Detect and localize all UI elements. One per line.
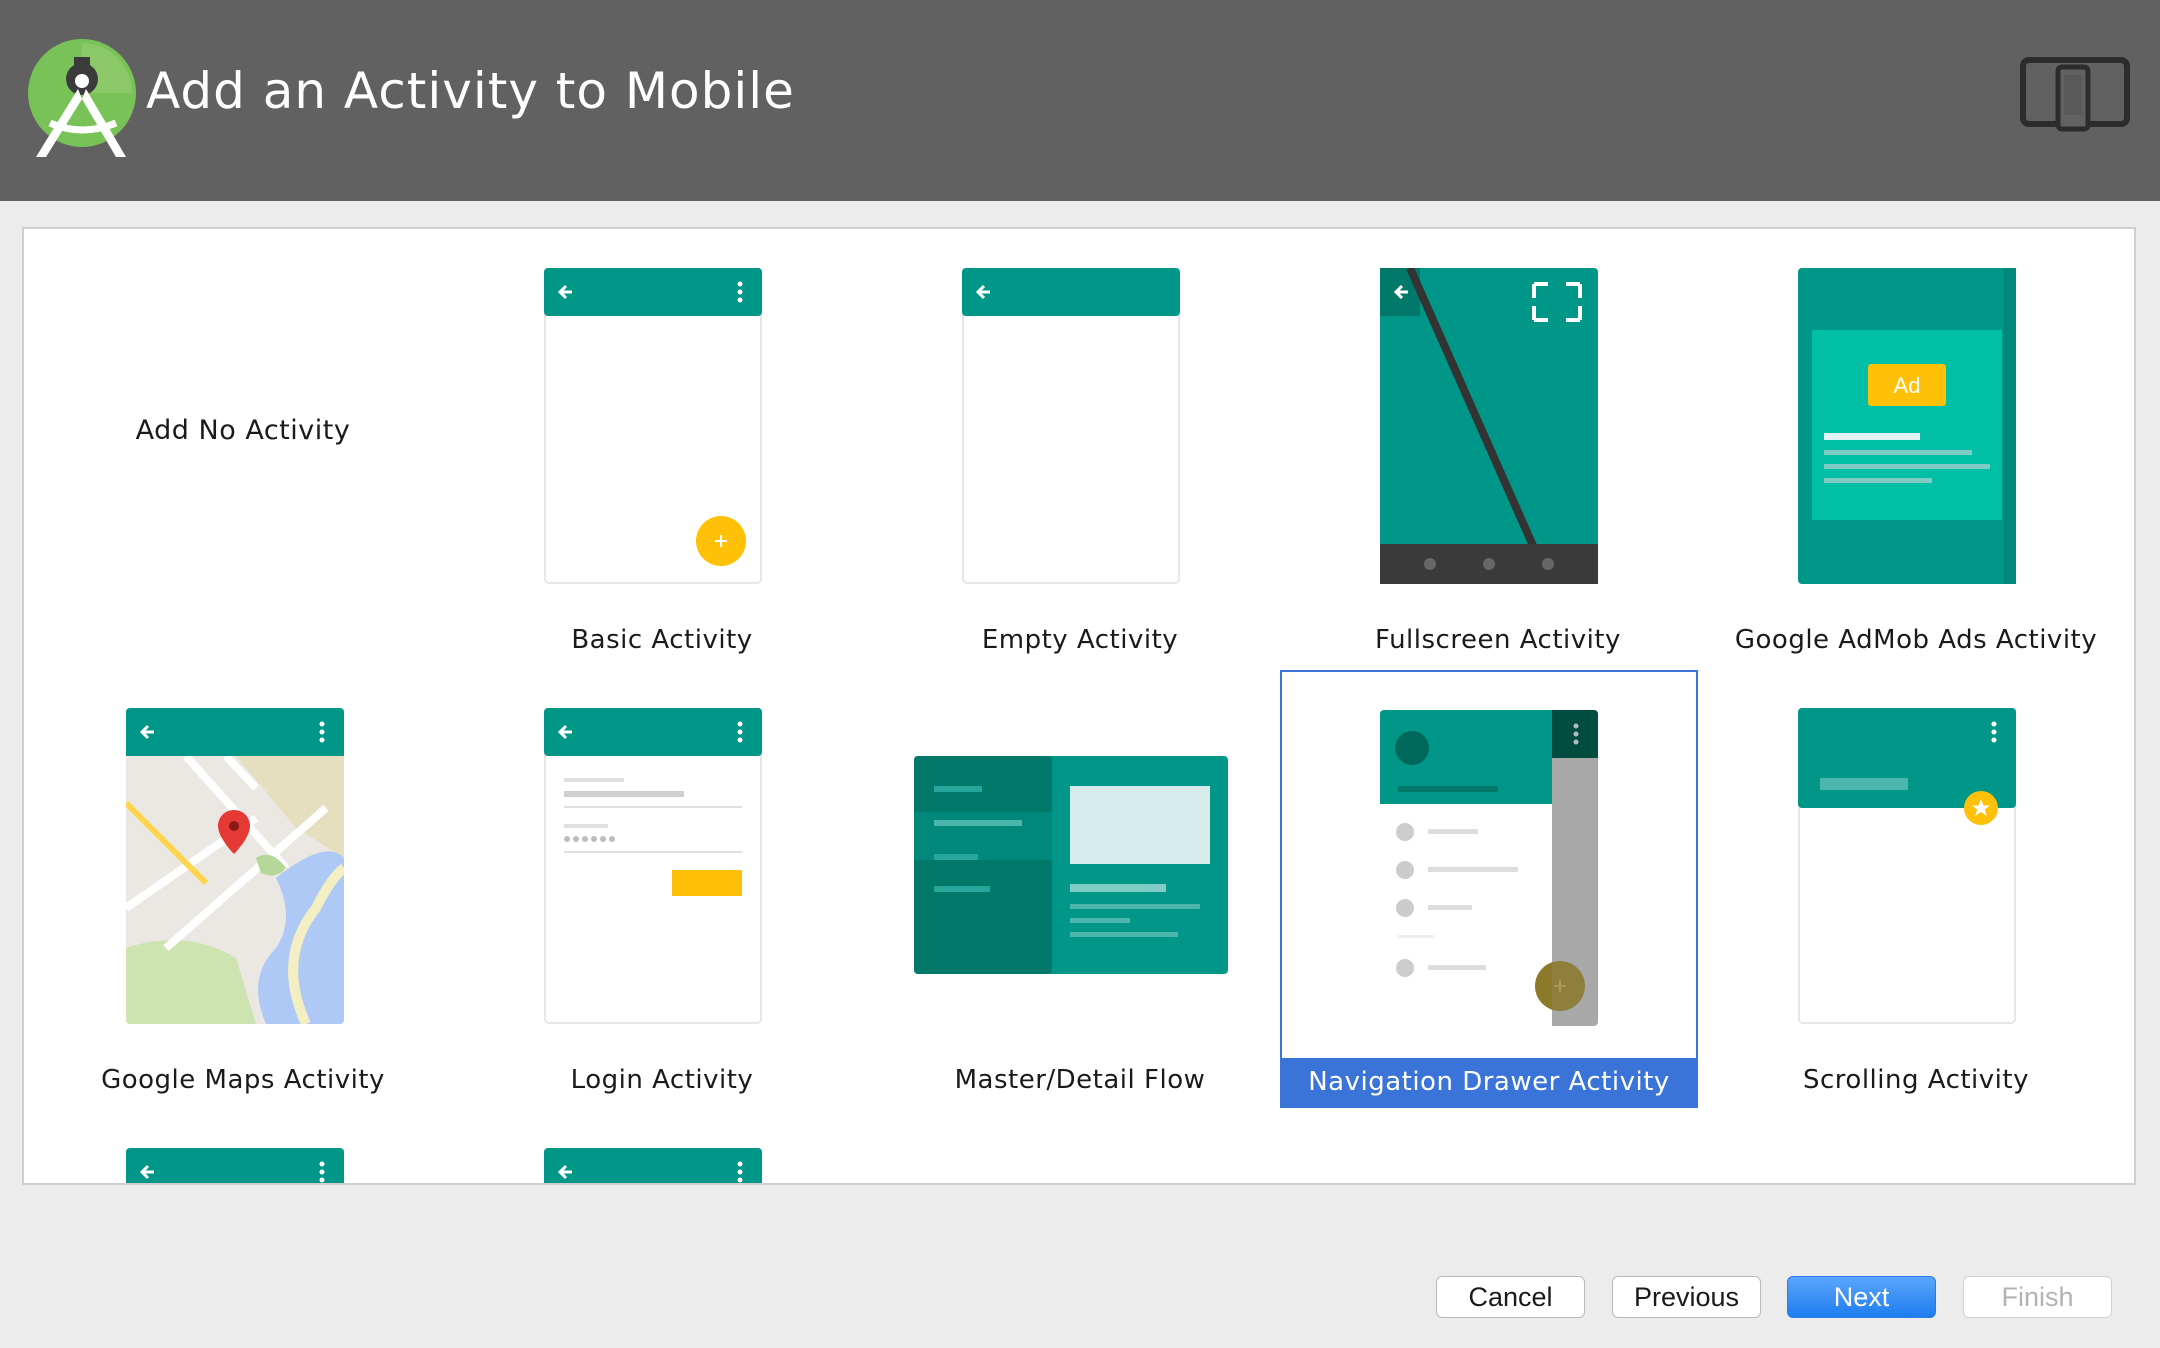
admob-activity-thumbnail: Ad xyxy=(1798,268,2016,584)
dialog-title: Add an Activity to Mobile xyxy=(146,62,795,120)
basic-activity-thumbnail xyxy=(544,268,762,584)
template-thumbnail xyxy=(544,1148,762,1183)
ad-badge-text: Ad xyxy=(1894,373,1921,398)
template-google-admob-ads-activity[interactable]: Ad Google AdMob Ads Activity xyxy=(1707,229,2125,667)
template-thumbnail xyxy=(126,1148,344,1183)
tablet-phone-icon xyxy=(2020,57,2130,132)
template-scrolling-activity[interactable]: Scrolling Activity xyxy=(1707,669,2125,1107)
template-row3-item[interactable] xyxy=(453,1109,871,1183)
scrolling-activity-thumbnail xyxy=(1798,708,2016,1024)
next-button[interactable]: Next xyxy=(1787,1276,1936,1318)
template-empty-activity[interactable]: Empty Activity xyxy=(871,229,1289,667)
android-studio-logo-icon xyxy=(28,39,136,157)
activity-gallery[interactable]: Add No Activity Basic Activity Empty Act… xyxy=(22,227,2136,1185)
template-label: Add No Activity xyxy=(135,415,351,446)
template-google-maps-activity[interactable]: Google Maps Activity xyxy=(34,669,452,1107)
navigation-drawer-thumbnail xyxy=(1380,710,1598,1026)
maps-activity-thumbnail xyxy=(126,708,344,1024)
master-detail-thumbnail xyxy=(914,756,1228,974)
template-label: Basic Activity xyxy=(571,625,753,655)
template-label: Fullscreen Activity xyxy=(1375,625,1621,655)
template-label: Login Activity xyxy=(570,1065,754,1095)
template-basic-activity[interactable]: Basic Activity xyxy=(453,229,871,667)
template-label: Google AdMob Ads Activity xyxy=(1734,625,2098,655)
fullscreen-activity-thumbnail xyxy=(1380,268,1598,584)
template-label: Scrolling Activity xyxy=(1803,1065,2029,1095)
empty-activity-thumbnail xyxy=(962,268,1180,584)
template-label: Empty Activity xyxy=(981,625,1179,655)
template-label: Google Maps Activity xyxy=(101,1065,385,1095)
template-master-detail-flow[interactable]: Master/Detail Flow xyxy=(871,669,1289,1107)
template-fullscreen-activity[interactable]: Fullscreen Activity xyxy=(1289,229,1707,667)
login-activity-thumbnail xyxy=(544,708,762,1024)
template-row3-item[interactable] xyxy=(34,1109,452,1183)
template-label: Navigation Drawer Activity xyxy=(1282,1058,1696,1106)
dialog-header: Add an Activity to Mobile xyxy=(0,0,2160,201)
finish-button[interactable]: Finish xyxy=(1963,1276,2112,1318)
cancel-button[interactable]: Cancel xyxy=(1436,1276,1585,1318)
template-add-no-activity[interactable]: Add No Activity xyxy=(34,229,452,667)
template-navigation-drawer-activity[interactable]: Navigation Drawer Activity xyxy=(1280,670,1698,1108)
template-label: Master/Detail Flow xyxy=(954,1065,1206,1095)
template-login-activity[interactable]: Login Activity xyxy=(453,669,871,1107)
previous-button[interactable]: Previous xyxy=(1612,1276,1761,1318)
